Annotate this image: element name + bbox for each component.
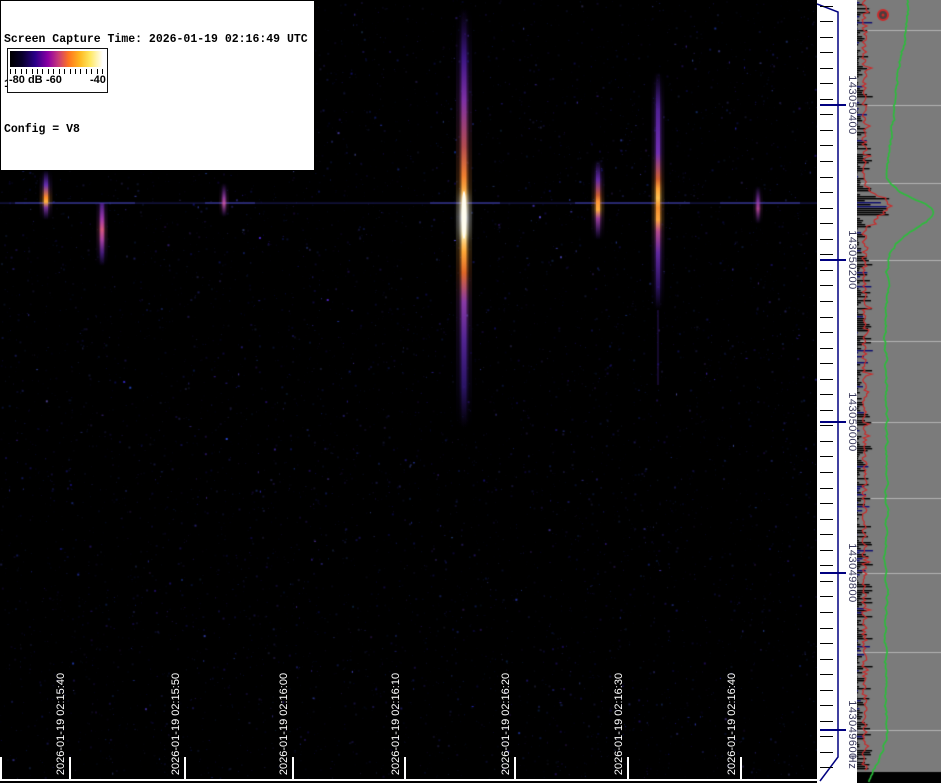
freq-minor-tick [820,394,833,395]
freq-minor-tick [820,270,833,271]
freq-minor-tick [820,628,833,629]
freq-minor-tick [820,68,833,69]
freq-minor-tick [820,612,833,613]
freq-minor-tick [820,254,833,255]
freq-minor-tick [820,223,833,224]
freq-major-tick [820,729,846,731]
freq-minor-tick [820,410,833,411]
colorbar-label-max: -40 [90,74,106,86]
freq-minor-tick [820,21,833,22]
freq-minor-tick [820,37,833,38]
time-tick [627,757,629,779]
time-axis-label: 2026-01-19 02:15:50 [170,673,182,775]
freq-minor-tick [820,332,833,333]
freq-minor-tick [820,596,833,597]
freq-major-tick [820,104,846,106]
freq-minor-tick [820,690,833,691]
colorbar-tick [75,69,76,74]
freq-minor-tick [820,317,833,318]
freq-minor-tick [820,145,833,146]
freq-axis-label: 143050400 [846,75,858,135]
intensity-colorbar: -80 dB -60 -40 [7,48,108,93]
freq-minor-tick [820,161,833,162]
freq-minor-tick [820,114,833,115]
config-line: Config = V8 [4,122,308,137]
spectrum-monitor-screen: 2026-01-19 02:15:40 2026-01-19 02:15:50 20… [0,0,941,783]
colorbar-tick [86,69,87,74]
live-spectrum-panel-canvas [857,0,941,783]
freq-minor-tick [820,581,833,582]
freq-minor-tick [820,752,833,753]
time-tick [292,757,294,779]
freq-minor-tick [820,363,833,364]
freq-minor-tick [820,472,833,473]
time-tick [69,757,71,779]
freq-minor-tick [820,441,833,442]
freq-minor-tick [820,503,833,504]
time-tick [184,757,186,779]
freq-minor-tick [820,177,833,178]
freq-minor-tick [820,488,833,489]
time-axis-label: 2026-01-19 02:16:20 [500,673,512,775]
freq-minor-tick [820,192,833,193]
freq-minor-tick [820,208,833,209]
colorbar-tick [80,69,81,74]
time-tick [514,757,516,779]
freq-major-tick [820,421,846,423]
colorbar-tick [70,69,71,74]
colorbar-label-min: -80 dB [9,74,43,86]
time-axis-left-edge [0,757,2,781]
freq-major-tick [820,572,846,574]
time-axis-label: 2026-01-19 02:16:40 [726,673,738,775]
freq-minor-tick [820,659,833,660]
time-axis-baseline [0,779,820,781]
time-tick [740,757,742,779]
time-axis-label: 2026-01-19 02:16:10 [390,673,402,775]
freq-minor-tick [820,130,833,131]
freq-minor-tick [820,6,833,7]
freq-minor-tick [820,83,833,84]
freq-minor-tick [820,767,833,768]
freq-minor-tick [820,456,833,457]
freq-minor-tick [820,550,833,551]
freq-minor-tick [820,348,833,349]
freq-minor-tick [820,534,833,535]
freq-axis-label: 143050000 [846,392,858,452]
freq-axis-label: 143049600 [846,700,858,760]
freq-minor-tick [820,643,833,644]
time-tick [404,757,406,779]
time-axis-label: 2026-01-19 02:15:40 [55,673,67,775]
freq-minor-tick [820,285,833,286]
freq-minor-tick [820,565,833,566]
freq-minor-tick [820,674,833,675]
freq-minor-tick [820,705,833,706]
freq-minor-tick [820,99,833,100]
freq-major-tick [820,259,846,261]
freq-axis-label: 143050200 [846,230,858,290]
colorbar-tick [64,69,65,74]
freq-minor-tick [820,301,833,302]
freq-minor-tick [820,239,833,240]
time-axis-label: 2026-01-19 02:16:30 [613,673,625,775]
freq-minor-tick [820,425,833,426]
time-axis-label: 2026-01-19 02:16:00 [278,673,290,775]
capture-time-line: Screen Capture Time: 2026-01-19 02:16:49… [4,32,308,47]
freq-axis-label: 143049800 [846,543,858,603]
freq-minor-tick [820,736,833,737]
colorbar-label-mid: -60 [46,74,62,86]
freq-minor-tick [820,379,833,380]
freq-minor-tick [820,519,833,520]
frequency-ruler: Hz 1430504001430502001430500001430498001… [817,0,857,783]
freq-minor-tick [820,721,833,722]
freq-minor-tick [820,52,833,53]
colorbar-gradient [10,51,103,67]
